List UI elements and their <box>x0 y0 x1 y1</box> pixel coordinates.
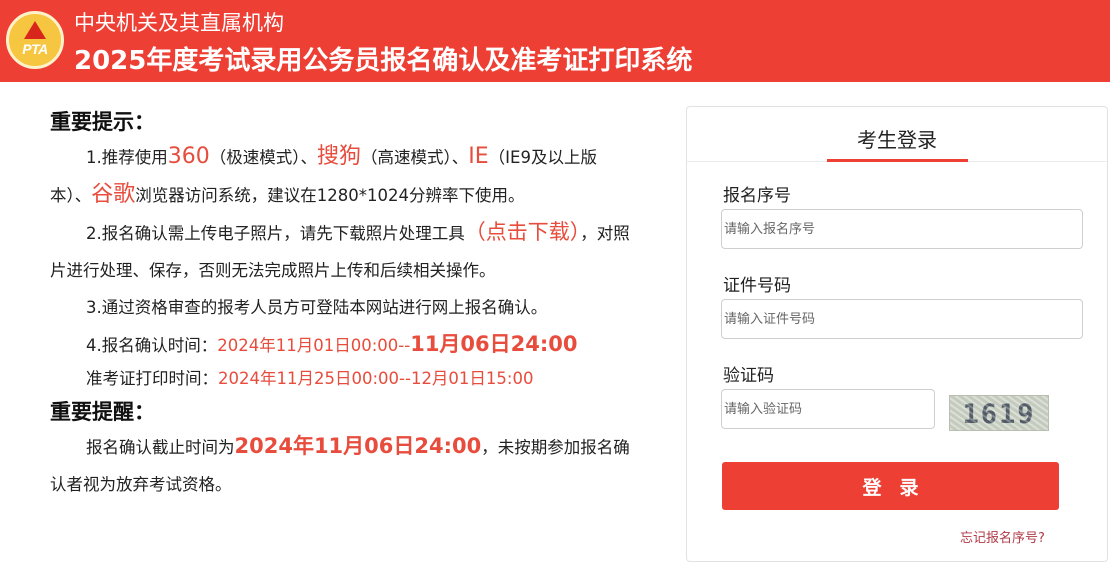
confirm-time-end: 11月06日24:00 <box>410 332 578 356</box>
notice-item-photo: 2.报名确认需上传电子照片，请先下载照片处理工具（点击下载），对照片进行处理、保… <box>50 214 636 289</box>
pta-logo-icon: PTA <box>6 11 64 69</box>
system-title: 2025年度考试录用公务员报名确认及准考证打印系统 <box>74 46 693 76</box>
notice-section: 重要提示： 1.推荐使用360（极速模式）、搜狗（高速模式）、IE（IE9及以上… <box>50 106 636 503</box>
reg-number-input[interactable] <box>721 209 1083 249</box>
print-time-range: 2024年11月25日00:00--12月01日15:00 <box>218 369 534 388</box>
notice-item-qualification: 3.通过资格审查的报考人员方可登陆本网站进行网上报名确认。 <box>50 289 636 326</box>
logo-text: PTA <box>22 41 48 57</box>
login-title: 考生登录 <box>857 128 937 152</box>
browser-text-f: 浏览器访问系统，建议在1280*1024分辨率下使用。 <box>135 186 525 205</box>
captcha-noise <box>950 396 1048 430</box>
login-button[interactable]: 登录 <box>722 462 1059 510</box>
login-panel: 考生登录 报名序号 证件号码 验证码 1619 登录 忘记报名序号? <box>686 106 1108 562</box>
logo-triangle <box>24 21 46 39</box>
captcha-image[interactable]: 1619 <box>949 395 1049 431</box>
print-time-label: 准考证打印时间： <box>86 369 218 388</box>
header-bar: PTA 中央机关及其直属机构 2025年度考试录用公务员报名确认及准考证打印系统 <box>0 0 1110 82</box>
reminder-text-a: 报名确认截止时间为 <box>86 438 235 457</box>
browser-text-d: （高速模式）、 <box>361 148 469 167</box>
browser-360: 360 <box>167 144 210 169</box>
captcha-label: 验证码 <box>723 366 774 386</box>
browser-chrome: 谷歌 <box>91 182 136 207</box>
login-panel-header: 考生登录 <box>687 107 1107 162</box>
confirm-time-start: 2024年11月01日00:00-- <box>217 336 411 355</box>
captcha-input[interactable] <box>721 389 935 429</box>
org-name: 中央机关及其直属机构 <box>74 11 284 35</box>
reminder-text: 报名确认截止时间为2024年11月06日24:00，未按期参加报名确认者视为放弃… <box>50 428 636 503</box>
reminder-deadline: 2024年11月06日24:00 <box>234 434 482 458</box>
notice-item-browsers: 1.推荐使用360（极速模式）、搜狗（高速模式）、IE（IE9及以上版本）、谷歌… <box>50 138 636 214</box>
notice-item-confirm-time: 4.报名确认时间：2024年11月01日00:00--11月06日24:00 <box>50 326 636 364</box>
confirm-time-label: 4.报名确认时间： <box>86 336 218 355</box>
reminder-title: 重要提醒： <box>50 400 155 424</box>
browser-text-c: （极速模式）、 <box>209 148 317 167</box>
id-number-label: 证件号码 <box>723 276 791 296</box>
forgot-reg-number-link[interactable]: 忘记报名序号? <box>960 527 1045 546</box>
qualification-text: 3.通过资格审查的报考人员方可登陆本网站进行网上报名确认。 <box>86 298 548 317</box>
notice-item-print-time: 准考证打印时间：2024年11月25日00:00--12月01日15:00 <box>50 364 636 394</box>
reg-number-label: 报名序号 <box>723 186 791 206</box>
login-title-underline <box>827 159 968 162</box>
notice-title: 重要提示： <box>50 110 155 134</box>
browser-sogou: 搜狗 <box>317 144 362 169</box>
id-number-input[interactable] <box>721 299 1083 339</box>
browser-text-a: 1.推荐使用 <box>86 148 168 167</box>
photo-text-a: 2.报名确认需上传电子照片，请先下载照片处理工具 <box>86 224 465 243</box>
browser-ie: IE <box>468 144 489 169</box>
download-tool-link[interactable]: （点击下载） <box>465 220 581 244</box>
